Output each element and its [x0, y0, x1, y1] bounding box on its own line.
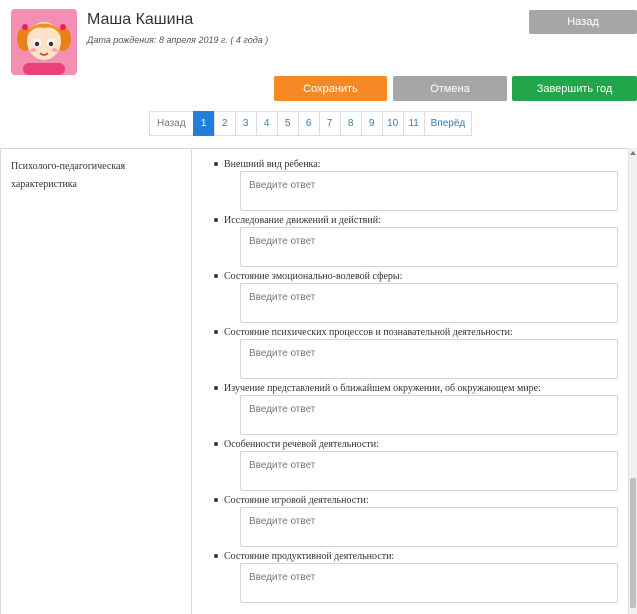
vertical-scrollbar[interactable] [628, 148, 637, 614]
bullet-icon [214, 554, 218, 558]
page-5[interactable]: 5 [276, 111, 299, 136]
question-item: Состояние психических процессов и познав… [214, 325, 618, 381]
back-button[interactable]: Назад [529, 10, 637, 34]
bullet-icon [214, 386, 218, 390]
table-column-divider [191, 148, 192, 614]
page-9[interactable]: 9 [360, 111, 383, 136]
question-label: Исследование движений и действий: [224, 214, 381, 226]
pagination: Назад 1 2 3 4 5 6 7 8 9 10 11 Вперёд [149, 111, 473, 136]
question-label: Состояние психических процессов и познав… [224, 326, 513, 338]
section-label: Психолого-педагогическая характеристика [11, 161, 126, 190]
save-button[interactable]: Сохранить [274, 76, 387, 101]
bullet-icon [214, 274, 218, 278]
page-10[interactable]: 10 [381, 111, 404, 136]
question-item: Исследование движений и действий: [214, 213, 618, 269]
bullet-icon [214, 218, 218, 222]
questions-list: Внешний вид ребенка: Исследование движен… [214, 157, 618, 605]
child-avatar [11, 9, 77, 75]
finish-year-button[interactable]: Завершить год [512, 76, 637, 101]
question-item: Состояние эмоционально-волевой сферы: [214, 269, 618, 325]
question-label: Внешний вид ребенка: [224, 158, 321, 170]
pagination-prev[interactable]: Назад [149, 111, 194, 136]
bullet-icon [214, 498, 218, 502]
bullet-icon [214, 162, 218, 166]
page-7[interactable]: 7 [318, 111, 341, 136]
question-item: Состояние продуктивной деятельности: [214, 549, 618, 605]
question-label: Особенности речевой деятельности: [224, 438, 379, 450]
question-item: Изучение представлений о ближайшем окруж… [214, 381, 618, 437]
page-11[interactable]: 11 [402, 111, 425, 136]
answer-input-cognitive[interactable] [240, 339, 618, 379]
scrollbar-thumb[interactable] [630, 478, 636, 608]
pagination-next[interactable]: Вперёд [423, 111, 473, 136]
question-label: Состояние игровой деятельности: [224, 494, 369, 506]
answer-input-speech[interactable] [240, 451, 618, 491]
answer-input-emotional[interactable] [240, 283, 618, 323]
question-label: Изучение представлений о ближайшем окруж… [224, 382, 541, 394]
bullet-icon [214, 442, 218, 446]
page-3[interactable]: 3 [234, 111, 257, 136]
question-item: Состояние игровой деятельности: [214, 493, 618, 549]
girl-avatar-icon [11, 9, 77, 75]
table-top-border [0, 148, 628, 149]
page-2[interactable]: 2 [213, 111, 236, 136]
page-8[interactable]: 8 [339, 111, 362, 136]
question-label: Состояние продуктивной деятельности: [224, 550, 395, 562]
answer-input-appearance[interactable] [240, 171, 618, 211]
answer-input-environment[interactable] [240, 395, 618, 435]
answer-input-play[interactable] [240, 507, 618, 547]
page-1[interactable]: 1 [192, 111, 215, 136]
answer-input-movements[interactable] [240, 227, 618, 267]
cancel-button[interactable]: Отмена [393, 76, 507, 101]
bullet-icon [214, 330, 218, 334]
table-left-border [0, 148, 1, 614]
child-name: Маша Кашина [87, 11, 194, 28]
question-item: Особенности речевой деятельности: [214, 437, 618, 493]
scroll-up-arrow-icon[interactable] [630, 151, 636, 155]
question-label: Состояние эмоционально-волевой сферы: [224, 270, 403, 282]
page-4[interactable]: 4 [255, 111, 278, 136]
question-item: Внешний вид ребенка: [214, 157, 618, 213]
answer-input-productive[interactable] [240, 563, 618, 603]
child-birth-date: Дата рождения: 8 апреля 2019 г. ( 4 года… [87, 35, 269, 45]
page-6[interactable]: 6 [297, 111, 320, 136]
